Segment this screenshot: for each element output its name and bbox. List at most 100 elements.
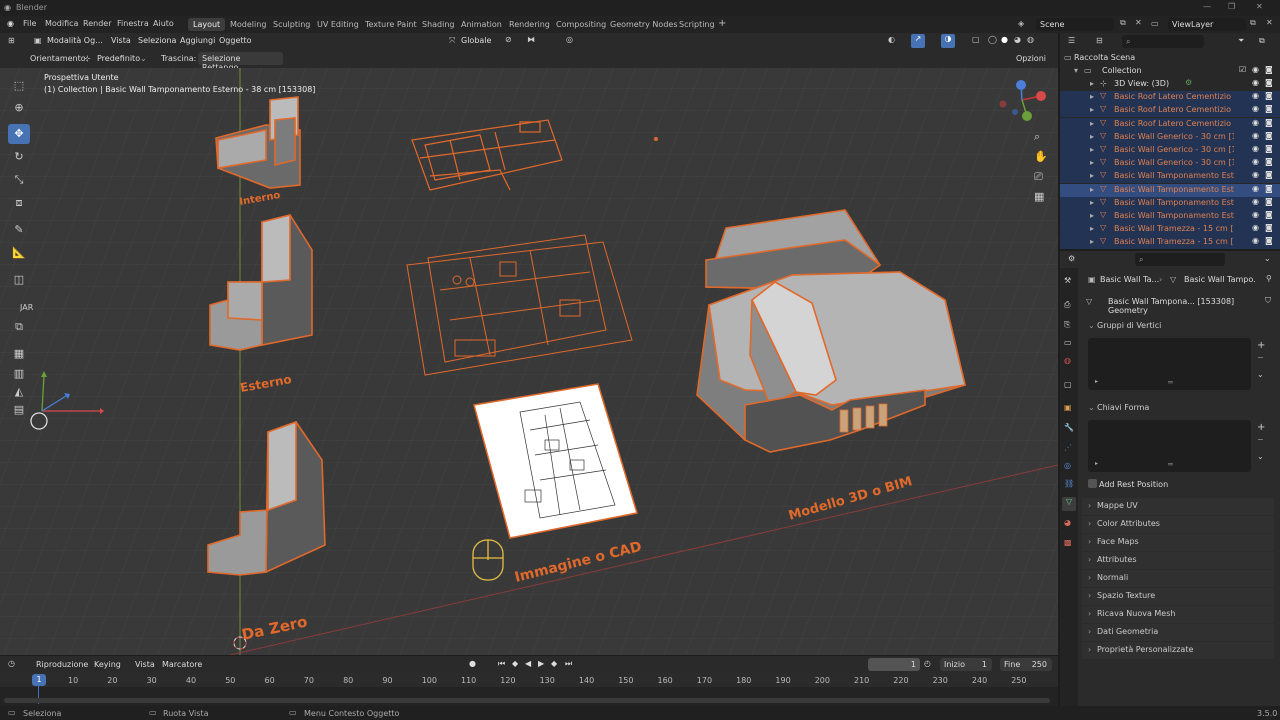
new-collection-icon[interactable]: ⧉ [1259,36,1265,46]
camera-render-icon[interactable]: ◙ [1265,91,1273,100]
physics-tab-icon[interactable]: ◎ [1064,461,1071,470]
expand-chevron-icon[interactable]: ▸ [1090,198,1094,207]
eye-icon[interactable]: ◉ [1252,78,1259,87]
render-tab-icon[interactable]: ⎙ [1064,300,1070,310]
camera-render-icon[interactable]: ◙ [1265,157,1273,166]
editor-type-icon[interactable]: ⊞ [8,36,15,45]
expand-chevron-icon[interactable]: ▸ [1090,237,1094,246]
rendered-shading-icon[interactable]: ◍ [1027,35,1034,44]
camera-render-icon[interactable]: ◙ [1265,210,1273,219]
snap-icon[interactable]: ⧓ [527,35,535,44]
record-icon[interactable]: ● [469,659,476,668]
object-tab-icon[interactable]: ▣ [1064,403,1072,412]
menu-timeline-view[interactable]: Vista [135,660,155,669]
camera-render-icon[interactable]: ◙ [1265,65,1273,74]
jump-end-icon[interactable]: ⏭ [565,659,572,669]
jar-tool-3-icon[interactable]: ▥ [8,364,30,384]
list-resize-icon[interactable]: ▸ [1095,460,1098,467]
jar-tool-5-icon[interactable]: ▤ [8,400,30,420]
expand-chevron-icon[interactable]: ▸ [1090,158,1094,167]
eye-icon[interactable]: ◉ [1252,170,1259,179]
menu-playback[interactable]: Riproduzione [36,660,88,669]
world-tab-icon[interactable]: ▢ [1064,380,1072,389]
add-workspace-button[interactable]: + [713,18,731,31]
list-resize-icon[interactable]: ▸ [1095,378,1098,385]
remove-shape-key-icon[interactable]: − [1257,435,1264,444]
annotate-tool-icon[interactable]: ✎ [8,220,30,240]
timeline-editor-icon[interactable]: ◷ [8,659,15,668]
tab-rendering[interactable]: Rendering [504,18,555,31]
proportional-edit-icon[interactable]: ◎ [566,35,573,44]
properties-editor-icon[interactable]: ⚙ [1068,254,1075,263]
outliner-item[interactable]: ▸ ▽ Basic Roof Latero Cementizio - 27 c ◉ ◙ [1060,91,1280,105]
tab-geometry-nodes[interactable]: Geometry Nodes [605,18,682,31]
menu-object[interactable]: Oggetto [219,36,252,45]
outliner-item[interactable]: ▸ ▽ Basic Roof Latero Cementizio - 31 c ◉ ◙ [1060,117,1280,131]
texture-space-section[interactable]: › Spazio Texture [1082,588,1274,605]
jar-tool-2-icon[interactable]: ▦ [8,344,30,364]
current-frame-field[interactable]: 1 [868,658,920,671]
geometry-data-section[interactable]: › Dati Geometria [1082,624,1274,641]
outliner-item[interactable]: ▸ ▽ Basic Roof Latero Cementizio - 27 c ◉ ◙ [1060,104,1280,118]
gizmo-toggle-icon[interactable]: ↗ [911,34,925,48]
maximize-icon[interactable]: ❐ [1228,2,1235,11]
list-grip-icon[interactable]: ═ [1168,378,1173,387]
expand-chevron-icon[interactable]: ▸ [1090,211,1094,220]
scene-canvas[interactable]: Interno Esterno Da Zero Immagine o CAD M… [0,68,1058,655]
camera-icon[interactable]: ⎚ [1034,170,1043,184]
add-rest-position-checkbox[interactable] [1088,479,1097,488]
scene-tab-icon[interactable]: ◍ [1064,356,1071,365]
outliner-item[interactable]: ▸ ▽ Basic Wall Generico - 30 cm [1532 ◉ ◙ [1060,157,1280,171]
jump-start-icon[interactable]: ⏮ [498,659,505,669]
end-frame-field[interactable]: Fine 250 [1000,658,1052,671]
mesh-data-name-field[interactable]: Basic Wall Tampona... [153308] Geometry [1104,295,1260,315]
play-reverse-icon[interactable]: ◀ [525,659,531,668]
pivot-icon[interactable]: ⊘ [505,35,512,44]
clock-icon[interactable]: ◴ [924,659,931,668]
outliner-item[interactable]: ▸ ▽ Basic Wall Generico - 30 cm [1532 ◉ ◙ [1060,130,1280,144]
tab-layout[interactable]: Layout [188,18,226,31]
wireframe-shading-icon[interactable]: ◯ [988,35,997,44]
scene-selector[interactable]: Scene [1036,18,1114,31]
eye-icon[interactable]: ◉ [1252,184,1259,193]
xray-icon[interactable]: ▢ [972,35,980,44]
tab-texture-paint[interactable]: Texture Paint [360,18,422,31]
face-maps-section[interactable]: › Face Maps [1082,534,1274,551]
material-tab-icon[interactable]: ◕ [1064,518,1071,527]
minimize-icon[interactable]: — [1203,2,1211,11]
camera-render-icon[interactable]: ◙ [1265,118,1273,127]
pan-hand-icon[interactable]: ✋ [1034,150,1048,163]
menu-add[interactable]: Aggiungi [180,36,215,45]
pin-icon[interactable]: ⚲ [1266,274,1272,283]
expand-chevron-icon[interactable]: ▸ [1090,132,1094,141]
delete-scene-icon[interactable]: ✕ [1135,18,1142,27]
menu-render[interactable]: Render [83,19,111,28]
list-grip-icon[interactable]: ═ [1168,460,1173,469]
visibility-icon[interactable]: ◐ [888,35,895,44]
outliner-item[interactable]: ▸ ▽ Basic Wall Tamponamento Esterno ◉ ◙ [1060,210,1280,223]
vertex-groups-menu-icon[interactable]: ⌄ [1257,370,1264,379]
normals-section[interactable]: › Normali [1082,570,1274,587]
panel-options-chevron-icon[interactable]: ⌄ [1264,254,1271,263]
play-icon[interactable]: ▶ [538,659,544,668]
shape-keys-section[interactable]: ⌄ Chiavi Forma [1082,400,1274,417]
expand-chevron-icon[interactable]: ▸ [1090,185,1094,194]
timeline-scrollbar[interactable] [4,698,1050,703]
outliner-search-input[interactable]: ⌕ [1122,35,1204,48]
remove-vertex-group-icon[interactable]: − [1257,353,1264,362]
outliner-item[interactable]: ▸ ▽ Basic Wall Tamponamento Esterno ◉ ◙ [1060,170,1280,184]
filter-icon[interactable]: ⏷ [1238,36,1244,46]
particles-tab-icon[interactable]: ⋰ [1064,443,1072,452]
outliner-scene-collection-row[interactable]: ▭ Raccolta Scena [1060,52,1280,65]
tab-uv-editing[interactable]: UV Editing [312,18,364,31]
constraints-tab-icon[interactable]: ⛓ [1064,479,1074,488]
uv-maps-section[interactable]: › Mappe UV [1082,498,1274,515]
scale-tool-icon[interactable]: ⤡ [8,170,30,190]
tool-tab-icon[interactable]: ⚒ [1064,276,1071,285]
fake-user-shield-icon[interactable]: ⛉ [1265,296,1271,306]
zoom-icon[interactable]: ⌕ [1034,130,1040,144]
view-layer-tab-icon[interactable]: ▭ [1064,338,1072,347]
camera-render-icon[interactable]: ◙ [1265,236,1273,245]
eye-icon[interactable]: ◉ [1252,131,1259,140]
color-attributes-section[interactable]: › Color Attributes [1082,516,1274,533]
